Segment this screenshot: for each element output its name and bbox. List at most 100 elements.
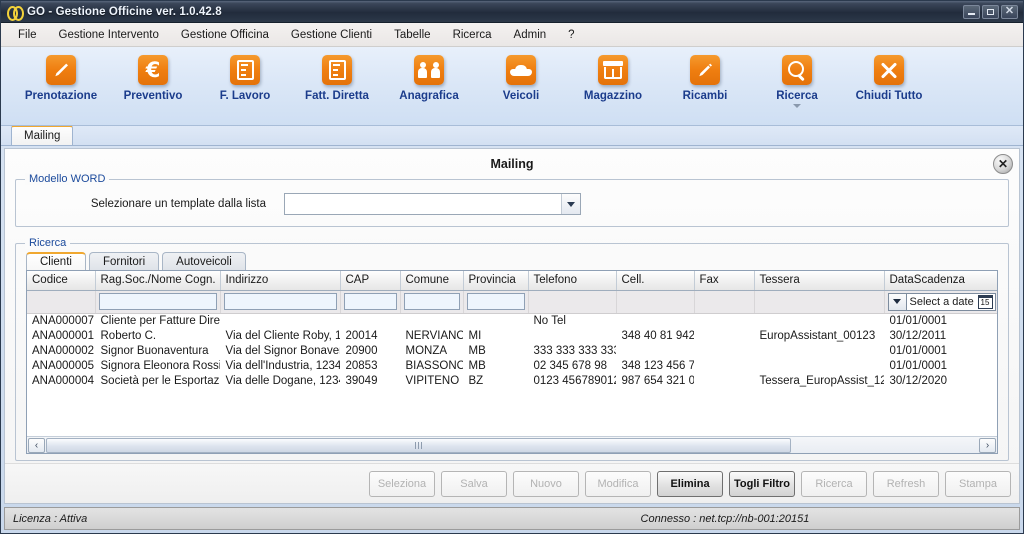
pencil-icon: [46, 55, 76, 85]
toolbar-button-anagrafica[interactable]: Anagrafica: [383, 55, 475, 102]
filter-cell-cap: [340, 290, 401, 314]
table-row[interactable]: ANA000004 Società per le Esportazioni Vi…: [27, 373, 997, 388]
cell-tessera: Tessera_EuropAssist_123: [754, 373, 884, 388]
cell-codice: ANA000001: [27, 328, 95, 343]
close-page-button[interactable]: ✕: [993, 154, 1013, 174]
filter-cell-codice: [27, 290, 96, 314]
tab-autoveicoli[interactable]: Autoveicoli: [162, 252, 246, 270]
stampa-button[interactable]: Stampa: [945, 470, 1011, 497]
salva-button[interactable]: Salva: [441, 470, 507, 497]
toolbar-button-magazzino[interactable]: Magazzino: [567, 55, 659, 102]
filter-input-ragsoc[interactable]: [98, 293, 217, 310]
table-row[interactable]: ANA000005 Signora Eleonora Rossi Via del…: [27, 358, 997, 373]
cell-provincia: MI: [463, 328, 528, 343]
table-row[interactable]: ANA000002 Signor Buonaventura Via del Si…: [27, 343, 997, 358]
menu-item-gestione-intervento[interactable]: Gestione Intervento: [48, 26, 170, 44]
filter-input-comune[interactable]: [403, 293, 460, 310]
scroll-left-button[interactable]: ‹: [28, 437, 45, 453]
menu-item-admin[interactable]: Admin: [503, 26, 558, 44]
column-header-cap[interactable]: CAP: [340, 271, 401, 291]
toolbar-button-ricambi[interactable]: Ricambi: [659, 55, 751, 102]
menu-item-help[interactable]: ?: [557, 26, 585, 44]
chevron-down-icon[interactable]: [561, 194, 580, 214]
cell-indirizzo: [220, 313, 340, 328]
maximize-button[interactable]: [982, 4, 999, 19]
seleziona-button[interactable]: Seleziona: [369, 470, 435, 497]
cell-fax: [694, 313, 754, 328]
table-row[interactable]: ANA000001 Roberto C. Via del Cliente Rob…: [27, 328, 997, 343]
cell-tessera: [754, 313, 884, 328]
menu-item-file[interactable]: File: [7, 26, 48, 44]
chevron-down-icon[interactable]: [793, 104, 801, 108]
ricerca-button[interactable]: Ricerca: [801, 470, 867, 497]
column-header-ragsoc[interactable]: Rag.Soc./Nome Cogn.: [95, 271, 221, 291]
column-header-telefono[interactable]: Telefono: [528, 271, 617, 291]
date-filter[interactable]: Select a date 15: [887, 292, 996, 311]
toolbar-button-ricerca[interactable]: Ricerca: [751, 55, 843, 108]
document-icon: [230, 55, 260, 85]
tab-mailing[interactable]: Mailing: [11, 125, 74, 145]
toolbar-button-fatt-diretta[interactable]: Fatt. Diretta: [291, 55, 383, 102]
template-combobox[interactable]: [284, 193, 581, 215]
cell-cell: 348 123 456 78: [616, 358, 694, 373]
filter-cell-cell: [616, 290, 695, 314]
cell-comune: VIPITENO: [400, 373, 463, 388]
app-logo-icon: [7, 5, 24, 21]
tab-clienti[interactable]: Clienti: [26, 252, 86, 270]
column-header-provincia[interactable]: Provincia: [463, 271, 529, 291]
column-header-fax[interactable]: Fax: [694, 271, 755, 291]
togli-filtro-button[interactable]: Togli Filtro: [729, 470, 795, 497]
cell-provincia: MB: [463, 343, 528, 358]
toolbar-button-f-lavoro[interactable]: F. Lavoro: [199, 55, 291, 102]
calendar-icon[interactable]: 15: [977, 294, 993, 309]
toolbar-button-prenotazione[interactable]: Prenotazione: [15, 55, 107, 102]
column-header-indirizzo[interactable]: Indirizzo: [220, 271, 341, 291]
search-icon: [782, 55, 812, 85]
menu-item-tabelle[interactable]: Tabelle: [383, 26, 441, 44]
column-header-codice[interactable]: Codice: [27, 271, 96, 291]
toolbar-label: F. Lavoro: [219, 90, 271, 102]
menu-item-ricerca[interactable]: Ricerca: [442, 26, 503, 44]
minimize-button[interactable]: [963, 4, 980, 19]
menu-item-gestione-officina[interactable]: Gestione Officina: [170, 26, 280, 44]
column-header-cell[interactable]: Cell.: [616, 271, 695, 291]
chevron-down-icon[interactable]: [887, 292, 907, 311]
filter-input-indirizzo[interactable]: [223, 293, 337, 310]
menu-item-gestione-clienti[interactable]: Gestione Clienti: [280, 26, 383, 44]
cell-tessera: EuropAssistant_00123: [754, 328, 884, 343]
scroll-right-button[interactable]: ›: [979, 437, 996, 453]
scrollbar-thumb[interactable]: [46, 437, 791, 453]
refresh-button[interactable]: Refresh: [873, 470, 939, 497]
close-icon: ✕: [997, 157, 1009, 171]
toolbar-label: Prenotazione: [24, 90, 98, 102]
elimina-button[interactable]: Elimina: [657, 470, 723, 497]
nuovo-button[interactable]: Nuovo: [513, 470, 579, 497]
toolbar-button-chiudi-tutto[interactable]: Chiudi Tutto: [843, 55, 935, 102]
toolbar-label: Anagrafica: [399, 90, 459, 102]
cell-cap: 39049: [340, 373, 400, 388]
scrollbar-track[interactable]: [46, 437, 978, 453]
close-window-button[interactable]: ✕: [1001, 4, 1018, 19]
filter-cell-comune: [400, 290, 464, 314]
cell-codice: ANA000005: [27, 358, 95, 373]
window-title: GO - Gestione Officine ver. 1.0.42.8: [27, 5, 222, 18]
template-combobox-value: [285, 194, 561, 214]
column-header-comune[interactable]: Comune: [400, 271, 464, 291]
column-header-tessera[interactable]: Tessera: [754, 271, 885, 291]
cell-datascadenza: 01/01/0001: [884, 343, 997, 358]
filter-input-provincia[interactable]: [466, 293, 525, 310]
modifica-button[interactable]: Modifica: [585, 470, 651, 497]
cell-comune: MONZA: [400, 343, 463, 358]
tab-fornitori[interactable]: Fornitori: [88, 252, 160, 270]
cell-fax: [694, 358, 754, 373]
cell-cap: 20900: [340, 343, 400, 358]
toolbar-label: Chiudi Tutto: [855, 90, 923, 102]
filter-input-cap[interactable]: [343, 293, 397, 310]
cell-provincia: [463, 313, 528, 328]
toolbar-button-veicoli[interactable]: Veicoli: [475, 55, 567, 102]
table-row[interactable]: ANA000007 Cliente per Fatture Dirette No…: [27, 313, 997, 328]
grid-horizontal-scrollbar[interactable]: ‹ ›: [27, 436, 997, 453]
toolbar-button-preventivo[interactable]: € Preventivo: [107, 55, 199, 102]
column-header-datascadenza[interactable]: DataScadenza: [884, 271, 997, 291]
date-picker-input[interactable]: Select a date 15: [906, 292, 996, 311]
